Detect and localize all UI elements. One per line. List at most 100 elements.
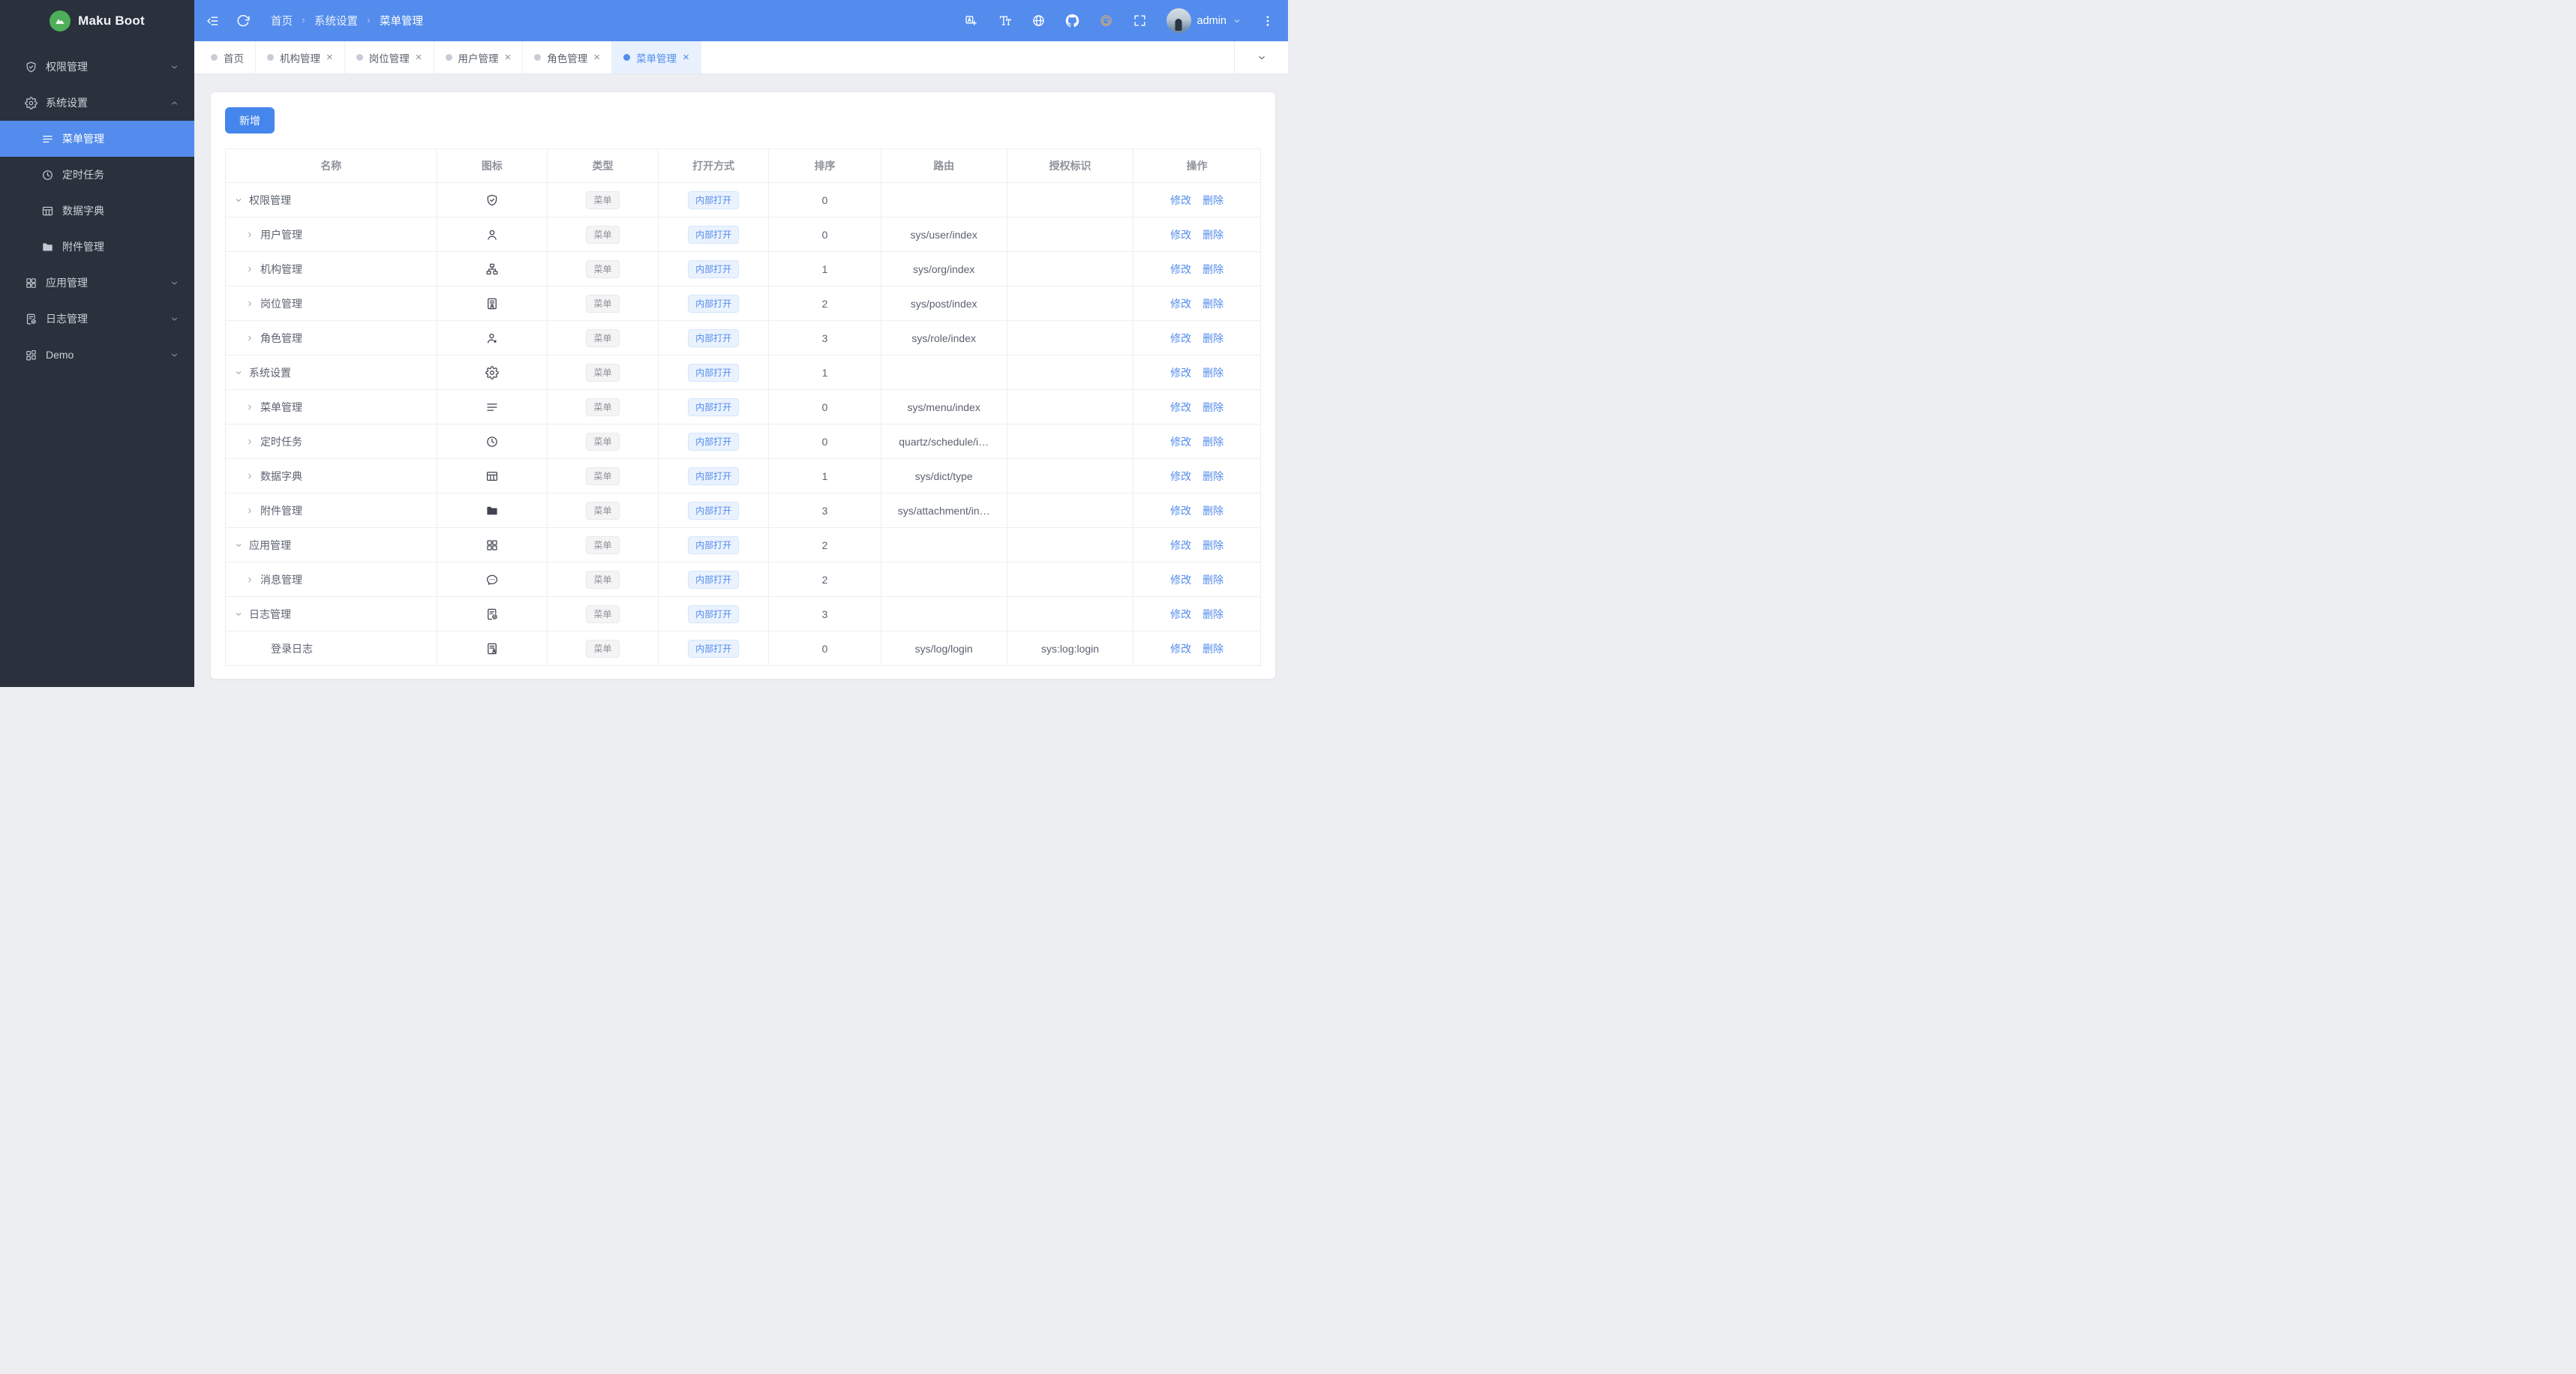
cell-type: 菜单 <box>547 493 659 528</box>
delete-link[interactable]: 删除 <box>1202 298 1223 310</box>
refresh-icon[interactable] <box>236 14 251 28</box>
delete-link[interactable]: 删除 <box>1202 332 1223 344</box>
open-mode-badge: 内部打开 <box>688 501 740 520</box>
folder-icon <box>485 504 499 518</box>
globe-icon[interactable] <box>1031 14 1046 28</box>
cell-sort: 2 <box>768 286 881 321</box>
delete-link[interactable]: 删除 <box>1202 608 1223 620</box>
edit-link[interactable]: 修改 <box>1170 332 1191 344</box>
edit-link[interactable]: 修改 <box>1170 436 1191 448</box>
expand-toggle-icon[interactable] <box>245 403 254 412</box>
table-row: 菜单管理 菜单 内部打开 0 sys/menu/index 修改 删除 <box>225 389 1261 424</box>
expand-toggle-icon[interactable] <box>245 299 254 308</box>
tab-1[interactable]: 机构管理 × <box>256 41 345 74</box>
close-icon[interactable]: × <box>505 52 512 63</box>
open-mode-badge: 内部打开 <box>688 432 740 451</box>
fullscreen-icon[interactable] <box>1133 14 1147 28</box>
breadcrumb-item-1[interactable]: 系统设置 <box>314 13 358 28</box>
font-size-icon[interactable] <box>998 14 1012 28</box>
edit-link[interactable]: 修改 <box>1170 367 1191 379</box>
menu-name: 系统设置 <box>249 366 291 379</box>
edit-link[interactable]: 修改 <box>1170 643 1191 655</box>
expand-collapse-icon[interactable] <box>234 541 243 550</box>
cell-open-mode: 内部打开 <box>657 424 770 459</box>
logo-mountain-icon <box>50 10 71 32</box>
delete-link[interactable]: 删除 <box>1202 643 1223 655</box>
user-dropdown[interactable]: admin <box>1166 8 1242 33</box>
cell-sort: 1 <box>768 355 881 390</box>
delete-link[interactable]: 删除 <box>1202 367 1223 379</box>
expand-toggle-icon[interactable] <box>245 265 254 274</box>
sidebar-item-3[interactable]: 日志管理 <box>0 301 194 337</box>
sidebar-subitem-1-1[interactable]: 定时任务 <box>0 157 194 193</box>
add-button[interactable]: 新增 <box>225 107 275 134</box>
kebab-menu-icon[interactable] <box>1261 14 1274 28</box>
type-badge: 菜单 <box>586 225 620 244</box>
edit-link[interactable]: 修改 <box>1170 470 1191 482</box>
cell-sort: 1 <box>768 458 881 494</box>
tab-2[interactable]: 岗位管理 × <box>345 41 434 74</box>
sidebar-item-4[interactable]: Demo <box>0 337 194 373</box>
edit-link[interactable]: 修改 <box>1170 574 1191 586</box>
delete-link[interactable]: 删除 <box>1202 229 1223 241</box>
edit-link[interactable]: 修改 <box>1170 505 1191 517</box>
name-wrap: 登录日志 <box>234 641 432 656</box>
sidebar-subitem-1-0[interactable]: 菜单管理 <box>0 121 194 157</box>
edit-link[interactable]: 修改 <box>1170 608 1191 620</box>
cell-type: 菜单 <box>547 527 659 562</box>
name-wrap: 定时任务 <box>234 434 432 449</box>
sidebar-item-0[interactable]: 权限管理 <box>0 49 194 85</box>
delete-link[interactable]: 删除 <box>1202 401 1223 413</box>
type-badge: 菜单 <box>586 328 620 347</box>
expand-toggle-icon[interactable] <box>245 506 254 515</box>
edit-link[interactable]: 修改 <box>1170 229 1191 241</box>
translate-icon[interactable] <box>964 14 978 28</box>
tab-4[interactable]: 角色管理 × <box>523 41 613 74</box>
expand-toggle-icon[interactable] <box>245 575 254 584</box>
close-icon[interactable]: × <box>416 52 422 63</box>
sidebar-subitem-1-2[interactable]: 数据字典 <box>0 193 194 229</box>
edit-link[interactable]: 修改 <box>1170 401 1191 413</box>
sidebar-item-1[interactable]: 系统设置 <box>0 85 194 121</box>
tab-0[interactable]: 首页 <box>200 41 256 74</box>
gitee-icon[interactable] <box>1099 14 1113 28</box>
sidebar-item-2[interactable]: 应用管理 <box>0 265 194 301</box>
expand-toggle-icon[interactable] <box>245 437 254 446</box>
expand-collapse-icon[interactable] <box>234 610 243 619</box>
tab-3[interactable]: 用户管理 × <box>434 41 524 74</box>
delete-link[interactable]: 删除 <box>1202 539 1223 551</box>
delete-link[interactable]: 删除 <box>1202 470 1223 482</box>
delete-link[interactable]: 删除 <box>1202 574 1223 586</box>
expand-toggle-icon[interactable] <box>245 230 254 239</box>
expand-collapse-icon[interactable] <box>234 196 243 205</box>
tab-overflow-button[interactable] <box>1234 41 1288 74</box>
delete-link[interactable]: 删除 <box>1202 263 1223 275</box>
close-icon[interactable]: × <box>683 52 689 63</box>
delete-link[interactable]: 删除 <box>1202 505 1223 517</box>
expand-collapse-icon[interactable] <box>234 368 243 377</box>
cell-route: sys/attachment/in… <box>880 493 1007 528</box>
id-badge-icon <box>485 297 499 310</box>
cell-type: 菜单 <box>547 631 659 666</box>
table-row: 登录日志 菜单 内部打开 0 sys/log/login sys:log:login 修改删… <box>225 631 1261 666</box>
cell-icon <box>436 596 548 632</box>
github-icon[interactable] <box>1065 14 1079 28</box>
cell-actions: 修改 删除 <box>1133 424 1261 459</box>
delete-link[interactable]: 删除 <box>1202 436 1223 448</box>
edit-link[interactable]: 修改 <box>1170 194 1191 206</box>
avatar[interactable] <box>1166 8 1191 33</box>
expand-toggle-icon[interactable] <box>245 334 254 343</box>
tab-5[interactable]: 菜单管理 × <box>612 41 701 74</box>
page-content: 新增 名称 图标 类型 打开方式 排序 路由 授权标识 操作 权限管理 菜单 内部打开 0 修改 删除用… <box>194 74 1288 687</box>
expand-toggle-icon[interactable] <box>245 472 254 481</box>
breadcrumb-item-0[interactable]: 首页 <box>271 13 293 28</box>
edit-link[interactable]: 修改 <box>1170 298 1191 310</box>
delete-link[interactable]: 删除 <box>1202 194 1223 206</box>
collapse-sidebar-icon[interactable] <box>205 14 220 28</box>
edit-link[interactable]: 修改 <box>1170 539 1191 551</box>
close-icon[interactable]: × <box>593 52 600 63</box>
cell-icon <box>436 493 548 528</box>
edit-link[interactable]: 修改 <box>1170 263 1191 275</box>
sidebar-subitem-1-3[interactable]: 附件管理 <box>0 229 194 265</box>
close-icon[interactable]: × <box>326 52 333 63</box>
